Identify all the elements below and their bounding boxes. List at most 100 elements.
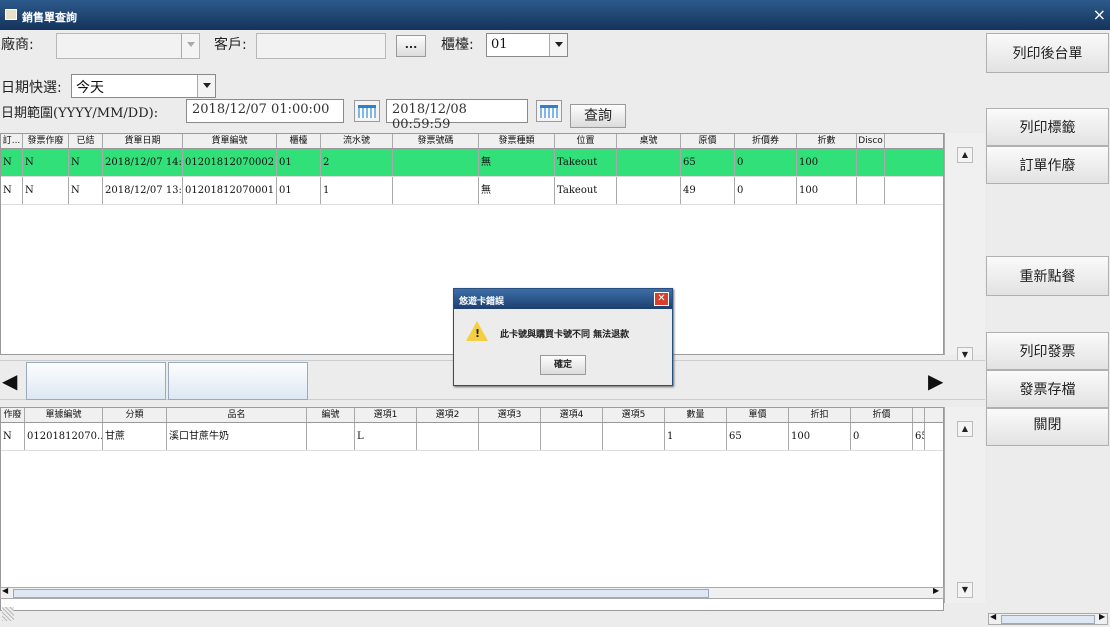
column-header[interactable]: 發票號碼 <box>393 134 479 148</box>
column-header[interactable]: 貨單編號 <box>183 134 277 148</box>
close-button[interactable]: 關閉 <box>986 408 1109 446</box>
column-header[interactable]: 折數 <box>797 134 857 148</box>
column-header[interactable]: 訂... <box>1 134 23 148</box>
scroll-thumb[interactable] <box>13 589 709 598</box>
table-row[interactable]: NNN2018/12/07 13:38:0801201812070001011無… <box>1 177 943 205</box>
window-close-icon[interactable]: × <box>1093 5 1106 24</box>
column-header[interactable]: 選項1 <box>355 408 417 422</box>
quick-date-select[interactable]: 今天 <box>71 74 216 98</box>
error-dialog: 悠遊卡錯誤 ✕ ! 此卡號與購買卡號不同 無法退款 確定 <box>453 288 673 386</box>
table-cell: 01201812070... <box>25 423 103 450</box>
table-cell: 2018/12/07 13:38:08 <box>103 177 183 204</box>
table-cell: 2018/12/07 14:48:17 <box>103 149 183 176</box>
scroll-up-icon[interactable] <box>957 147 973 163</box>
column-header[interactable]: 品名 <box>167 408 307 422</box>
window-titlebar: 銷售單查詢 × <box>0 0 1110 30</box>
column-header[interactable]: 已結 <box>69 134 103 148</box>
table-cell <box>857 177 885 204</box>
side-horizontal-scrollbar[interactable]: ◀ ▶ <box>988 612 1108 625</box>
column-header[interactable]: 流水號 <box>321 134 393 148</box>
scroll-left-icon[interactable]: ◀ <box>990 612 996 621</box>
resize-grip-icon[interactable] <box>2 607 14 621</box>
print-backend-button[interactable]: 列印後台單 <box>986 33 1109 73</box>
column-header[interactable]: 分類 <box>103 408 167 422</box>
column-header[interactable]: 單價 <box>727 408 789 422</box>
table-cell: N <box>23 177 69 204</box>
column-header[interactable]: 單據編號 <box>25 408 103 422</box>
calendar-to-icon[interactable] <box>536 100 562 122</box>
table-cell: 100 <box>797 149 857 176</box>
table-cell: 0 <box>851 423 913 450</box>
counter-value: 01 <box>491 37 508 52</box>
items-vertical-scrollbar[interactable] <box>944 407 985 603</box>
scroll-thumb[interactable] <box>1001 615 1095 624</box>
dialog-ok-button[interactable]: 確定 <box>540 355 586 375</box>
column-header[interactable]: 桌號 <box>617 134 681 148</box>
table-cell <box>307 423 355 450</box>
counter-select[interactable]: 01 <box>486 33 568 57</box>
column-header[interactable]: 位置 <box>555 134 617 148</box>
column-header[interactable]: 選項2 <box>417 408 479 422</box>
column-header[interactable]: 折價券 <box>735 134 797 148</box>
items-horizontal-scrollbar[interactable]: ◀ ▶ <box>0 586 944 599</box>
scroll-down-icon[interactable] <box>957 582 973 598</box>
table-cell: 0 <box>735 149 797 176</box>
column-header[interactable]: 作廢 <box>1 408 25 422</box>
table-row[interactable]: NNN2018/12/07 14:48:1701201812070002012無… <box>1 149 943 177</box>
orders-vertical-scrollbar[interactable] <box>944 133 985 363</box>
table-cell: 65 <box>913 423 925 450</box>
scroll-right-icon[interactable]: ▶ <box>928 369 943 393</box>
vendor-select[interactable] <box>56 33 200 59</box>
table-cell: N <box>1 423 25 450</box>
reorder-button[interactable]: 重新點餐 <box>986 256 1109 296</box>
column-header[interactable]: 折扣 <box>789 408 851 422</box>
table-cell <box>417 423 479 450</box>
column-header[interactable] <box>913 408 925 422</box>
chevron-down-icon <box>181 34 199 58</box>
date-from-field[interactable]: 2018/12/07 01:00:00 <box>186 99 344 123</box>
column-header[interactable]: Disco <box>857 134 885 148</box>
table-cell <box>393 149 479 176</box>
column-header[interactable]: 選項3 <box>479 408 541 422</box>
column-header[interactable]: 櫃檯 <box>277 134 321 148</box>
customer-picker-button[interactable]: ... <box>396 35 426 57</box>
query-button[interactable]: 查詢 <box>570 104 626 128</box>
save-invoice-button[interactable]: 發票存檔 <box>986 370 1109 408</box>
customer-field[interactable] <box>256 33 386 59</box>
quick-date-label: 日期快選: <box>1 80 62 96</box>
scroll-thumb-segment[interactable] <box>168 362 308 400</box>
table-cell: 溪口甘蔗牛奶 <box>167 423 307 450</box>
print-invoice-button[interactable]: 列印發票 <box>986 332 1109 370</box>
print-label-button[interactable]: 列印標籤 <box>986 108 1109 146</box>
column-header[interactable]: 發票作廢 <box>23 134 69 148</box>
table-cell: L <box>355 423 417 450</box>
table-cell <box>617 177 681 204</box>
column-header[interactable]: 選項4 <box>541 408 603 422</box>
quick-date-value: 今天 <box>76 80 104 96</box>
table-cell: Takeout <box>555 177 617 204</box>
dialog-message: 此卡號與購買卡號不同 無法退款 <box>500 330 630 340</box>
void-order-button[interactable]: 訂單作廢 <box>986 146 1109 184</box>
table-cell: N <box>1 149 23 176</box>
dialog-close-icon[interactable]: ✕ <box>654 292 669 306</box>
column-header[interactable]: 折價 <box>851 408 913 422</box>
scroll-up-icon[interactable] <box>957 421 973 437</box>
orders-header: 訂... 發票作廢 已結 貨單日期 貨單編號 櫃檯 流水號 發票號碼 發票種類 位置 桌號 原價 折價券… <box>1 134 943 149</box>
calendar-from-icon[interactable] <box>354 100 380 122</box>
table-row[interactable]: N01201812070...甘蔗溪口甘蔗牛奶L165100065 <box>1 423 943 451</box>
column-header[interactable]: 選項5 <box>603 408 665 422</box>
table-cell <box>857 149 885 176</box>
column-header[interactable]: 數量 <box>665 408 727 422</box>
scroll-left-icon[interactable]: ◀ <box>2 586 8 595</box>
column-header[interactable]: 貨單日期 <box>103 134 183 148</box>
app-icon <box>5 9 17 20</box>
scroll-thumb[interactable] <box>26 362 166 400</box>
column-header[interactable]: 發票種類 <box>479 134 555 148</box>
date-to-field[interactable]: 2018/12/08 00:59:59 <box>386 99 528 132</box>
scroll-right-icon[interactable]: ▶ <box>1099 612 1105 621</box>
column-header[interactable]: 原價 <box>681 134 735 148</box>
scroll-right-icon[interactable]: ▶ <box>933 586 939 595</box>
scroll-left-icon[interactable]: ◀ <box>2 369 17 393</box>
column-header[interactable]: 編號 <box>307 408 355 422</box>
table-cell: 0 <box>735 177 797 204</box>
